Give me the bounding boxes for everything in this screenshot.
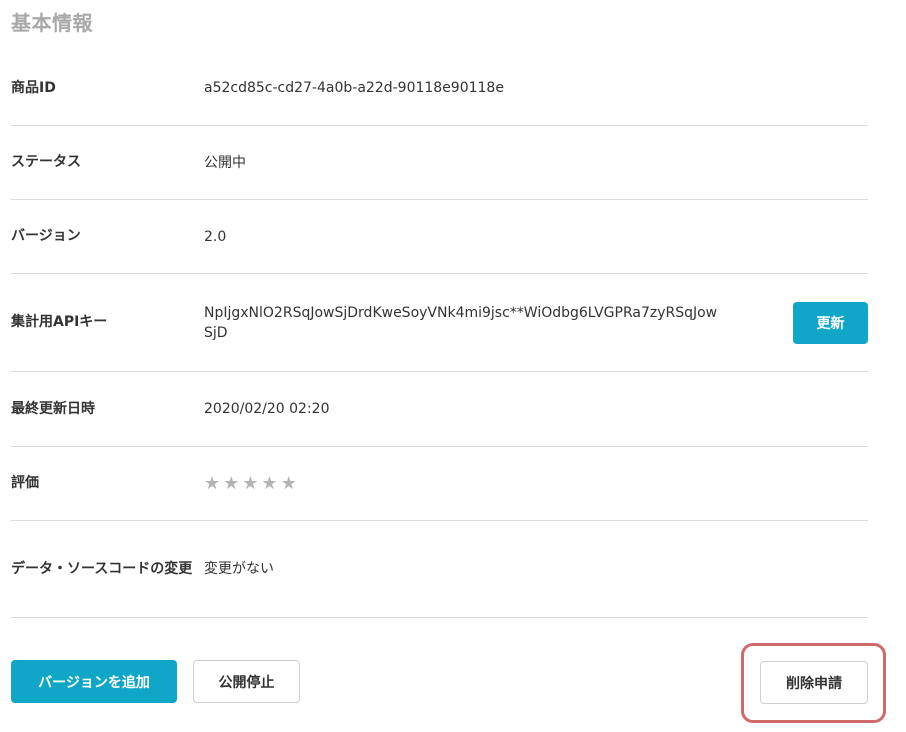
version-value: 2.0 — [204, 228, 227, 245]
status-label: ステータス — [11, 154, 81, 170]
rating-label: 評価 — [11, 475, 39, 491]
star-icon: ★ — [242, 472, 259, 494]
row-last-updated: 最終更新日時 2020/02/20 02:20 — [11, 372, 868, 447]
star-icon: ★ — [223, 472, 240, 494]
row-status: ステータス 公開中 — [11, 126, 868, 200]
product-detail-page: 基本情報 商品ID a52cd85c-cd27-4a0b-a22d-90118e… — [0, 0, 906, 732]
row-version: バージョン 2.0 — [11, 200, 868, 274]
product-id-label: 商品ID — [11, 79, 56, 96]
row-api-key: 集計用APIキー NpIjgxNlO2RSqJowSjDrdKweSoyVNk4… — [11, 274, 868, 372]
delete-request-button[interactable]: 削除申請 — [760, 661, 868, 704]
unpublish-button[interactable]: 公開停止 — [193, 660, 300, 703]
api-key-label: 集計用APIキー — [11, 314, 108, 330]
changes-value: 変更がない — [204, 561, 274, 577]
section-title: 基本情報 — [11, 11, 93, 35]
star-icon: ★ — [204, 472, 221, 494]
star-icon: ★ — [261, 472, 278, 494]
update-api-key-button[interactable]: 更新 — [793, 301, 868, 344]
action-bar: バージョンを追加 公開停止 — [11, 660, 300, 703]
product-id-value: a52cd85c-cd27-4a0b-a22d-90118e90118e — [204, 80, 504, 96]
row-rating: 評価 ★ ★ ★ ★ ★ — [11, 447, 868, 521]
changes-label: データ・ソースコードの変更 — [11, 560, 193, 577]
api-key-cell: NpIjgxNlO2RSqJowSjDrdKweSoyVNk4mi9jsc**W… — [204, 301, 868, 344]
info-table: 商品ID a52cd85c-cd27-4a0b-a22d-90118e90118… — [11, 51, 868, 618]
status-value: 公開中 — [204, 154, 246, 171]
version-label: バージョン — [11, 228, 81, 244]
row-product-id: 商品ID a52cd85c-cd27-4a0b-a22d-90118e90118… — [11, 51, 868, 126]
star-icon: ★ — [280, 472, 297, 494]
row-changes: データ・ソースコードの変更 変更がない — [11, 521, 868, 618]
rating-stars: ★ ★ ★ ★ ★ — [204, 472, 868, 494]
last-updated-label: 最終更新日時 — [11, 400, 95, 417]
api-key-value: NpIjgxNlO2RSqJowSjDrdKweSoyVNk4mi9jsc**W… — [204, 304, 718, 341]
add-version-button[interactable]: バージョンを追加 — [11, 660, 177, 703]
last-updated-value: 2020/02/20 02:20 — [204, 401, 330, 417]
